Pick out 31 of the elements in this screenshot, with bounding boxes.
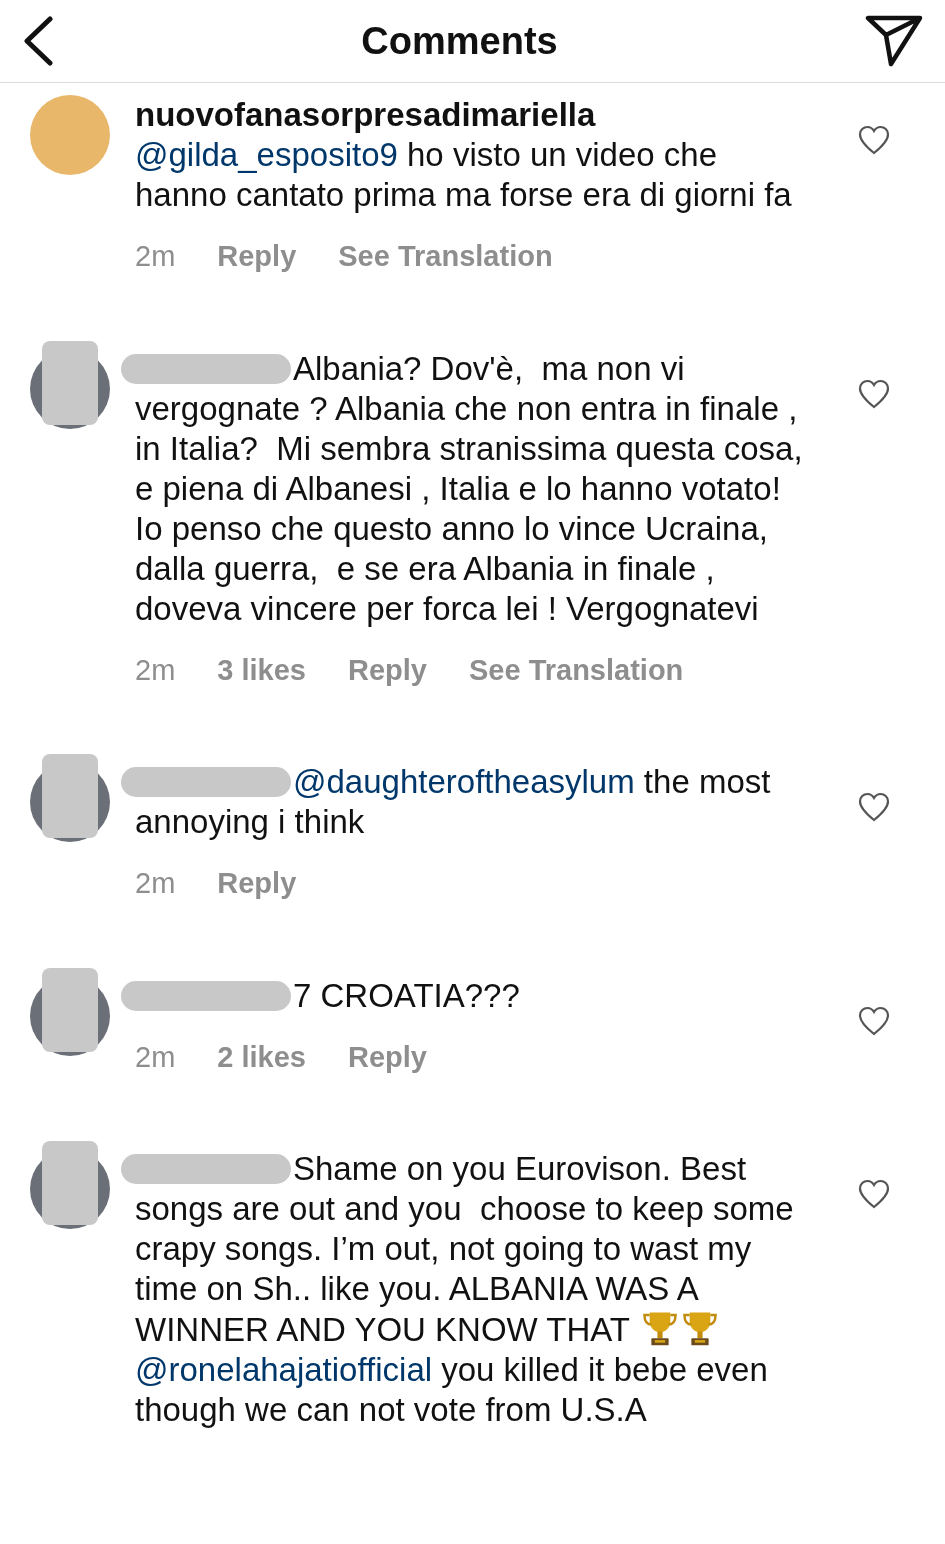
- trophy-icon: [640, 1309, 679, 1347]
- page-title: Comments: [361, 18, 558, 64]
- heart-icon[interactable]: [858, 792, 890, 822]
- heart-icon[interactable]: [858, 1179, 890, 1209]
- comment-text: Shame on you Eurovison. Best songs are out and you choose to keep some crapy songs. I’m out, not going to wast my time on Sh.. like you. ALBANIA WAS A WINNER AND YOU KNOW THAT @ronelahajatiofficial you killed it bebe even though we can not vote from U.S.A: [135, 1149, 795, 1430]
- timestamp: 2m: [135, 866, 176, 901]
- timestamp: 2m: [135, 652, 176, 688]
- redacted-avatar[interactable]: [30, 340, 110, 429]
- timestamp: 2m: [135, 1039, 176, 1075]
- heart-icon[interactable]: [858, 125, 890, 155]
- back-icon[interactable]: [22, 16, 54, 66]
- like-count[interactable]: 3 likes: [217, 648, 306, 692]
- redacted-avatar[interactable]: [30, 754, 110, 842]
- translation-link[interactable]: See Translation: [468, 648, 684, 692]
- timestamp: 2m: [135, 239, 176, 274]
- comment-text: nuovofanasorpresadimariella @gilda_esposito9 ho visto un video che hanno cantato prima ma forse era di giorni fa: [135, 95, 793, 215]
- send-icon[interactable]: [865, 15, 923, 67]
- heart-icon[interactable]: [858, 378, 890, 409]
- redacted-avatar[interactable]: [30, 1141, 110, 1229]
- like-count[interactable]: 2 likes: [217, 1035, 306, 1079]
- reply-link[interactable]: Reply: [348, 648, 427, 692]
- comment-text: Albania? Dov'è, ma non vi vergognate ? Albania che non entra in finale , in Italia? Mi sembra stranissima questa cosa, e piena di Albanesi , Italia e lo hanno votato! Io penso che questo anno lo vince Ucraina, dalla guerra, e se era Albania in finale , doveva vincere per forca lei ! Vergognatevi: [135, 348, 804, 629]
- comment-text: 7 CROATIA???: [292, 975, 521, 1016]
- reply-link[interactable]: Reply: [217, 862, 297, 906]
- trophy-icon: [680, 1309, 719, 1347]
- reply-link[interactable]: Reply: [348, 1035, 427, 1079]
- comment-text: @daughteroftheasylum the most annoying i think: [135, 762, 772, 842]
- heart-icon[interactable]: [858, 1005, 890, 1036]
- redacted-avatar[interactable]: [30, 967, 110, 1056]
- translation-link[interactable]: See Translation: [338, 235, 553, 279]
- reply-link[interactable]: Reply: [217, 235, 297, 279]
